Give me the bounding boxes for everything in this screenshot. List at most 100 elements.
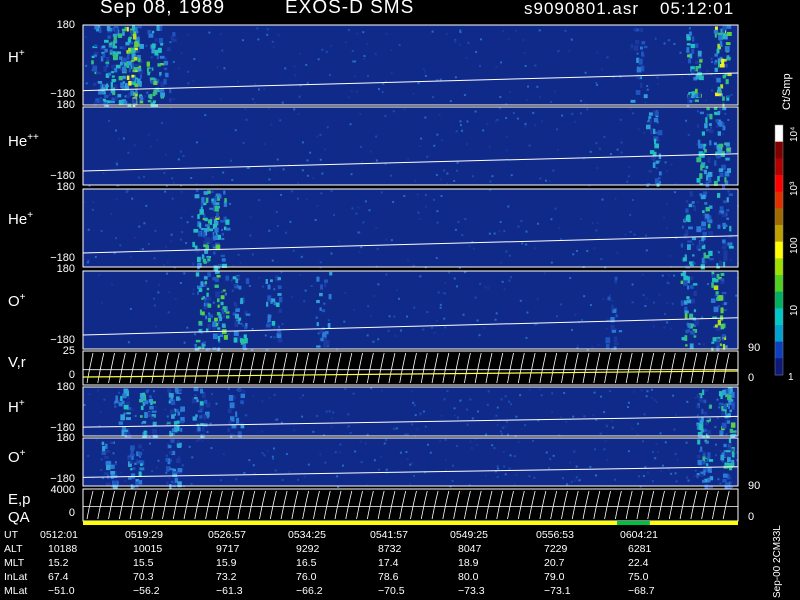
speckle: [651, 451, 654, 454]
speckle: [172, 181, 175, 184]
speckle: [508, 254, 511, 257]
speckle: [476, 319, 479, 322]
speckle: [141, 61, 144, 64]
intensity-cell: [706, 463, 709, 467]
speckle: [409, 482, 412, 485]
intensity-cell: [698, 63, 702, 69]
intensity-cell: [727, 242, 733, 246]
panel-label-velocity: V,r: [8, 354, 26, 371]
intensity-cell: [123, 429, 129, 432]
intensity-cell: [709, 113, 713, 120]
speckle: [357, 231, 360, 234]
speckle: [177, 455, 180, 458]
speckle: [651, 396, 654, 399]
speckle: [129, 307, 132, 310]
speckle: [393, 315, 396, 318]
intensity-cell: [117, 33, 123, 38]
speckle: [646, 390, 649, 393]
speckle: [685, 441, 688, 444]
speckle: [493, 232, 496, 235]
speckle: [384, 115, 387, 118]
speckle: [268, 168, 271, 171]
speckle: [508, 400, 511, 403]
speckle: [281, 101, 284, 104]
intensity-cell: [651, 156, 657, 160]
speckle: [592, 414, 595, 417]
speckle: [647, 471, 650, 474]
intensity-cell: [277, 285, 282, 290]
speckle: [392, 110, 395, 113]
intensity-cell: [219, 316, 223, 322]
speckle: [532, 111, 535, 114]
speckle: [673, 42, 676, 45]
intensity-cell: [273, 301, 277, 306]
speckle: [291, 190, 294, 193]
intensity-cell: [654, 143, 660, 149]
intensity-cell: [122, 31, 125, 36]
intensity-cell: [697, 50, 702, 57]
intensity-cell: [705, 165, 709, 169]
ephemeris-cell: −51.0: [48, 585, 75, 597]
speckle: [377, 88, 380, 91]
intensity-cell: [705, 440, 709, 444]
intensity-cell: [105, 450, 111, 453]
speckle: [352, 60, 355, 63]
speckle: [231, 179, 234, 182]
intensity-cell: [633, 28, 637, 31]
intensity-cell: [721, 58, 725, 65]
speckle: [350, 173, 353, 176]
speckle: [645, 395, 648, 398]
speckle: [281, 322, 284, 325]
intensity-cell: [701, 131, 705, 136]
speckle: [516, 117, 519, 120]
speckle: [667, 282, 670, 285]
intensity-cell: [316, 276, 320, 282]
intensity-cell: [147, 100, 152, 103]
speckle: [551, 411, 554, 414]
speckle: [485, 433, 488, 436]
intensity-cell: [688, 31, 692, 36]
intensity-cell: [711, 282, 714, 288]
intensity-cell: [278, 308, 282, 313]
speckle: [360, 161, 363, 164]
speckle: [687, 479, 690, 482]
speckle: [644, 234, 647, 237]
speckle: [495, 312, 498, 315]
intensity-cell: [721, 151, 725, 156]
intensity-cell: [726, 95, 730, 98]
speckle: [564, 29, 567, 32]
ephemeris-cell: −68.7: [628, 585, 655, 597]
speckle: [560, 238, 563, 241]
intensity-cell: [227, 427, 231, 433]
speckle: [686, 400, 689, 403]
speckle: [696, 110, 699, 113]
speckle: [221, 49, 224, 52]
speckle: [595, 474, 598, 477]
speckle: [524, 424, 527, 427]
speckle: [85, 64, 88, 67]
colorbar-segment: [775, 225, 783, 243]
speckle: [499, 261, 502, 264]
speckle: [351, 207, 354, 210]
intensity-cell: [319, 329, 323, 334]
speckle: [657, 451, 660, 454]
intensity-cell: [127, 54, 130, 60]
speckle: [494, 318, 497, 321]
speckle: [299, 273, 302, 276]
speckle: [527, 85, 530, 88]
speckle: [347, 425, 350, 428]
speckle: [268, 178, 271, 181]
intensity-cell: [696, 455, 701, 459]
speckle: [271, 455, 274, 458]
speckle: [252, 464, 255, 467]
speckle: [704, 99, 707, 102]
speckle: [444, 438, 447, 441]
intensity-cell: [719, 172, 724, 178]
speckle: [223, 67, 226, 70]
speckle: [569, 461, 572, 464]
intensity-cell: [722, 478, 727, 483]
speckle: [436, 221, 439, 224]
intensity-cell: [139, 415, 143, 418]
speckle: [157, 291, 160, 294]
right-tick-top: 90: [748, 480, 761, 492]
